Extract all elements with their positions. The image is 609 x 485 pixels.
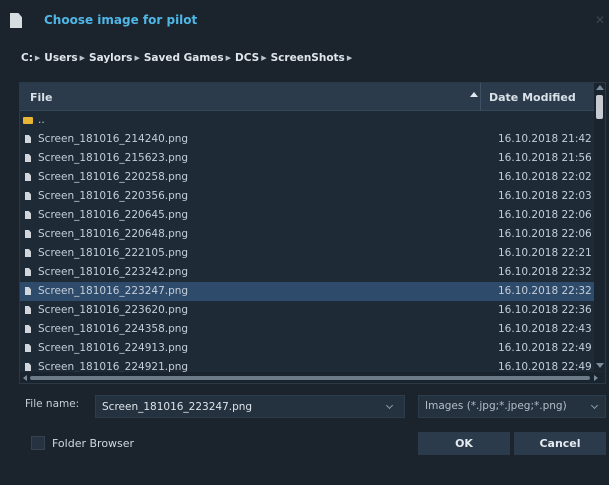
- breadcrumb-separator-icon: ▶: [34, 54, 41, 62]
- breadcrumb-separator-icon: ▶: [346, 54, 353, 62]
- vertical-scroll-thumb[interactable]: [596, 95, 603, 119]
- parent-folder-row[interactable]: ..: [20, 111, 595, 130]
- column-divider[interactable]: [480, 83, 481, 111]
- table-row[interactable]: Screen_181016_220258.png 16.10.2018 22:02: [20, 168, 595, 187]
- date-modified-cell: 16.10.2018 22:43: [498, 323, 592, 335]
- file-name-cell: Screen_181016_215623.png: [38, 152, 189, 164]
- scroll-down-icon[interactable]: [596, 363, 604, 368]
- date-modified-cell: 16.10.2018 22:32: [498, 266, 592, 278]
- table-row[interactable]: Screen_181016_222105.png 16.10.2018 22:21: [20, 244, 595, 263]
- document-icon: [10, 13, 22, 28]
- date-modified-cell: 16.10.2018 22:06: [498, 209, 592, 221]
- file-name-cell: Screen_181016_220258.png: [38, 171, 189, 183]
- file-name-cell: Screen_181016_224913.png: [38, 342, 189, 354]
- column-header-date-modified[interactable]: Date Modified: [489, 91, 576, 104]
- file-name-label: File name:: [25, 398, 80, 410]
- date-modified-cell: 16.10.2018 22:02: [498, 171, 592, 183]
- file-name-combo[interactable]: [95, 395, 405, 418]
- folder-browser-checkbox[interactable]: [31, 436, 45, 450]
- file-icon: [25, 173, 31, 181]
- file-name-cell: Screen_181016_222105.png: [38, 247, 189, 259]
- title-bar: Choose image for pilot ✕: [0, 0, 609, 40]
- breadcrumb-separator-icon: ▶: [134, 54, 140, 62]
- file-icon: [25, 344, 31, 352]
- file-icon: [25, 230, 31, 238]
- file-name-cell: Screen_181016_220356.png: [38, 190, 189, 202]
- table-row[interactable]: Screen_181016_220648.png 16.10.2018 22:06: [20, 225, 595, 244]
- file-name-cell: Screen_181016_220645.png: [38, 209, 189, 221]
- date-modified-cell: 16.10.2018 22:36: [498, 304, 592, 316]
- breadcrumb-item[interactable]: Users: [44, 52, 77, 64]
- table-header: File Date Modified: [20, 83, 595, 111]
- file-icon: [25, 306, 31, 314]
- file-icon: [25, 268, 31, 276]
- ok-button[interactable]: OK: [418, 432, 510, 455]
- table-row[interactable]: Screen_181016_223620.png 16.10.2018 22:36: [20, 301, 595, 320]
- parent-folder-label: ..: [38, 114, 45, 126]
- file-icon: [25, 287, 31, 295]
- table-row[interactable]: Screen_181016_214240.png 16.10.2018 21:42: [20, 130, 595, 149]
- breadcrumb: C: ▶ Users ▶ Saylors ▶ Saved Games ▶ DCS ▶ ScreenS…: [21, 50, 356, 66]
- dialog-title: Choose image for pilot: [44, 13, 198, 27]
- date-modified-cell: 16.10.2018 21:42: [498, 133, 592, 145]
- file-table: File Date Modified .. Screen_181016_2142…: [19, 82, 606, 384]
- file-type-select[interactable]: Images (*.jpg;*.jpeg;*.png): [418, 395, 606, 418]
- date-modified-cell: 16.10.2018 22:21: [498, 247, 592, 259]
- chevron-down-icon[interactable]: [590, 401, 599, 410]
- file-icon: [25, 211, 31, 219]
- breadcrumb-item[interactable]: Saved Games: [144, 52, 224, 64]
- sort-ascending-icon[interactable]: [470, 92, 478, 97]
- file-list: .. Screen_181016_214240.png 16.10.2018 21…: [20, 111, 595, 377]
- date-modified-cell: 16.10.2018 21:56: [498, 152, 592, 164]
- scroll-left-icon[interactable]: [23, 375, 27, 381]
- horizontal-scroll-thumb[interactable]: [30, 376, 590, 380]
- file-name-cell: Screen_181016_223242.png: [38, 266, 189, 278]
- breadcrumb-item[interactable]: ScreenShots: [271, 52, 345, 64]
- breadcrumb-item[interactable]: Saylors: [89, 52, 132, 64]
- column-header-file[interactable]: File: [30, 91, 53, 104]
- file-name-cell: Screen_181016_220648.png: [38, 228, 189, 240]
- date-modified-cell: 16.10.2018 22:49: [498, 342, 592, 354]
- scroll-up-icon[interactable]: [596, 85, 604, 90]
- folder-browser-label[interactable]: Folder Browser: [52, 437, 134, 450]
- file-name-input[interactable]: [102, 399, 382, 414]
- breadcrumb-separator-icon: ▶: [225, 54, 232, 62]
- breadcrumb-separator-icon: ▶: [79, 54, 86, 62]
- file-name-cell: Screen_181016_214240.png: [38, 133, 189, 145]
- file-name-cell: Screen_181016_224358.png: [38, 323, 189, 335]
- cancel-button[interactable]: Cancel: [514, 432, 606, 455]
- breadcrumb-separator-icon: ▶: [261, 54, 267, 62]
- file-icon: [25, 325, 31, 333]
- table-row[interactable]: Screen_181016_215623.png 16.10.2018 21:56: [20, 149, 595, 168]
- file-icon: [25, 192, 31, 200]
- date-modified-cell: 16.10.2018 22:32: [498, 285, 592, 297]
- table-row[interactable]: Screen_181016_220645.png 16.10.2018 22:06: [20, 206, 595, 225]
- file-icon: [25, 154, 31, 162]
- vertical-scrollbar[interactable]: [594, 83, 605, 371]
- table-row[interactable]: Screen_181016_223242.png 16.10.2018 22:32: [20, 263, 595, 282]
- folder-icon: [23, 117, 33, 124]
- breadcrumb-item[interactable]: C:: [21, 52, 33, 64]
- date-modified-cell: 16.10.2018 22:03: [498, 190, 592, 202]
- file-icon: [25, 249, 31, 257]
- date-modified-cell: 16.10.2018 22:06: [498, 228, 592, 240]
- file-icon: [25, 135, 31, 143]
- horizontal-scrollbar[interactable]: [20, 372, 605, 383]
- breadcrumb-item[interactable]: DCS: [235, 52, 259, 64]
- chevron-down-icon[interactable]: [385, 401, 394, 410]
- close-icon[interactable]: ✕: [595, 13, 605, 27]
- table-row[interactable]: Screen_181016_220356.png 16.10.2018 22:03: [20, 187, 595, 206]
- table-row[interactable]: Screen_181016_224913.png 16.10.2018 22:49: [20, 339, 595, 358]
- scroll-right-icon[interactable]: [594, 375, 598, 381]
- table-row[interactable]: Screen_181016_224358.png 16.10.2018 22:43: [20, 320, 595, 339]
- table-row[interactable]: Screen_181016_223247.png 16.10.2018 22:32: [20, 282, 595, 301]
- file-icon: [25, 363, 31, 371]
- file-type-value: Images (*.jpg;*.jpeg;*.png): [425, 400, 567, 412]
- file-name-cell: Screen_181016_223247.png: [38, 285, 189, 297]
- file-name-cell: Screen_181016_223620.png: [38, 304, 189, 316]
